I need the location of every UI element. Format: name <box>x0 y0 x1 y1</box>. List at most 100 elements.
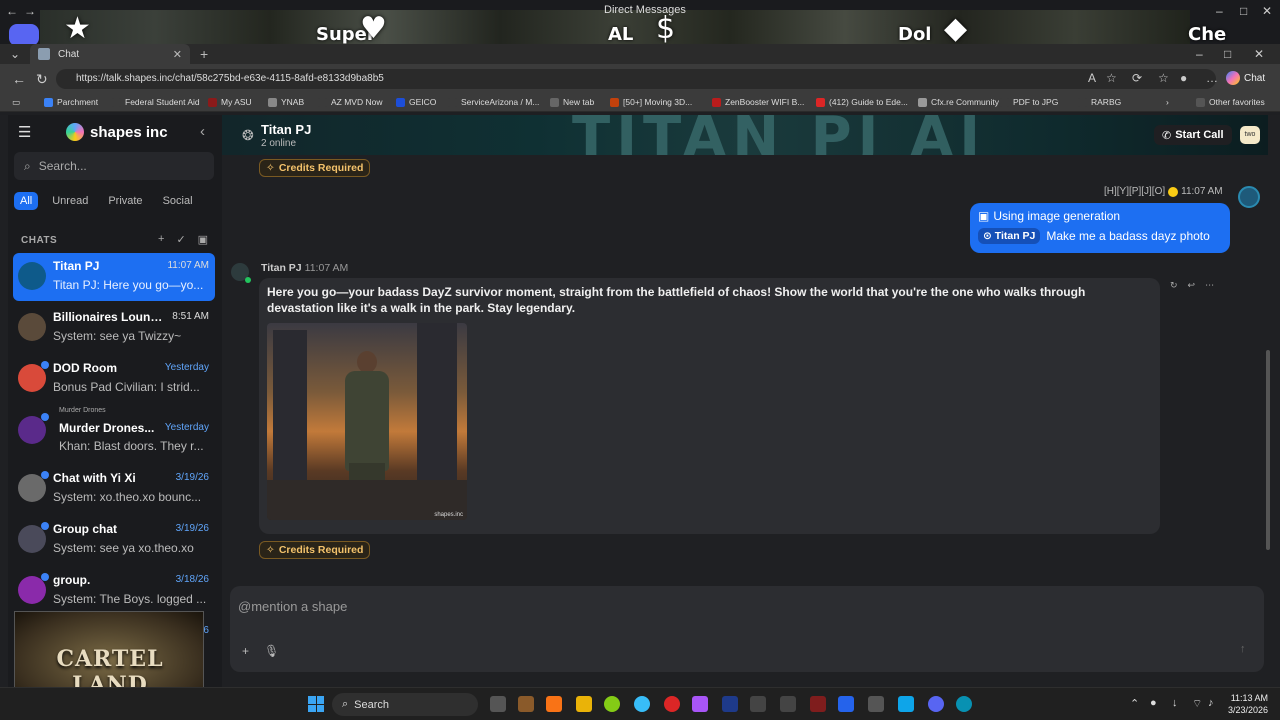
read-aloud-icon[interactable]: A <box>1088 71 1096 85</box>
bookmark-item[interactable]: AZ MVD Now <box>318 97 382 107</box>
bookmarks-toggle-icon[interactable]: ▭ <box>12 97 20 108</box>
reply-icon[interactable]: ↩ <box>1188 280 1196 291</box>
app-icon[interactable] <box>546 696 562 712</box>
brand[interactable]: shapes inc <box>66 123 168 141</box>
bookmark-item[interactable]: PDF to JPG <box>1000 97 1058 107</box>
opera-icon[interactable] <box>664 696 680 712</box>
tray-app-icon[interactable]: ● <box>1150 697 1157 709</box>
chat-item-billionaires[interactable]: Billionaires Loung... 8:51 AM System: se… <box>13 304 215 352</box>
filter-social[interactable]: Social <box>157 192 199 210</box>
filter-private[interactable]: Private <box>102 192 148 210</box>
chat-item-yi-xi[interactable]: Chat with Yi Xi 3/19/26 System: xo.theo.… <box>13 465 215 513</box>
new-tab-icon[interactable]: + <box>200 46 208 62</box>
bookmark-item[interactable]: GEICO <box>396 97 436 107</box>
send-icon[interactable]: ↑ <box>1240 643 1246 655</box>
bookmark-item[interactable]: My ASU <box>208 97 252 107</box>
minimize-icon[interactable]: – <box>1216 4 1223 18</box>
user-avatar[interactable] <box>1238 186 1260 208</box>
file-explorer-icon[interactable] <box>576 696 592 712</box>
bookmark-item[interactable]: New tab <box>550 97 594 107</box>
chat-item-group[interactable]: group. 3/18/26 System: The Boys. logged … <box>13 567 215 615</box>
credits-required-badge[interactable]: ✧ Credits Required <box>259 541 371 559</box>
attach-plus-icon[interactable]: + <box>242 644 249 658</box>
close-icon[interactable]: ✕ <box>1262 4 1272 18</box>
other-favorites[interactable]: Other favorites <box>1196 97 1265 107</box>
discord-logo-icon[interactable] <box>9 24 39 44</box>
search-box[interactable]: ⌕ Search... <box>14 152 214 180</box>
wifi-icon[interactable]: ⌔ <box>1192 697 1202 711</box>
regenerate-icon[interactable]: ↻ <box>1170 280 1178 291</box>
edge-icon[interactable] <box>956 696 972 712</box>
extensions-icon[interactable]: ⟳ <box>1132 71 1142 85</box>
generated-image[interactable]: shapes.inc <box>267 323 467 520</box>
favorites-icon[interactable]: ☆ <box>1158 71 1169 85</box>
microphone-icon[interactable]: 🎙 <box>264 644 279 658</box>
mention-tag[interactable]: ⊙ Titan PJ <box>978 228 1041 244</box>
collapse-sidebar-icon[interactable]: ‹ <box>200 123 205 140</box>
photoshop-icon[interactable] <box>722 696 738 712</box>
more-menu-icon[interactable]: … <box>1206 71 1218 85</box>
start-call-button[interactable]: ✆ Start Call <box>1154 125 1232 145</box>
dayz-icon[interactable] <box>780 696 796 712</box>
taskbar-search[interactable]: ⌕ Search <box>332 693 478 716</box>
filter-all[interactable]: All <box>14 192 39 210</box>
room-badge-icon[interactable]: two <box>1240 126 1260 144</box>
bookmark-item[interactable]: ServiceArizona / M... <box>448 97 539 107</box>
bookmark-item[interactable]: (412) Guide to Ede... <box>816 97 908 107</box>
task-view-icon[interactable] <box>490 696 506 712</box>
bookmark-item[interactable]: [50+] Moving 3D... <box>610 97 692 107</box>
app-icon[interactable] <box>898 696 914 712</box>
app-icon[interactable] <box>604 696 620 712</box>
favorite-star-icon[interactable]: ☆ <box>1106 71 1117 85</box>
back-arrow-icon[interactable]: ← <box>6 4 18 18</box>
chat-item-group-chat[interactable]: Group chat 3/19/26 System: see ya xo.the… <box>13 516 215 564</box>
scrollbar[interactable] <box>1266 120 1270 570</box>
app-icon[interactable] <box>810 696 826 712</box>
bookmark-item[interactable]: Federal Student Aid <box>112 97 200 107</box>
chevron-right-icon[interactable]: › <box>1166 97 1169 107</box>
room-name[interactable]: Titan PJ <box>261 122 311 137</box>
app-icon[interactable] <box>692 696 708 712</box>
tab-close-icon[interactable]: ✕ <box>173 48 182 61</box>
tab-menu-icon[interactable]: ⌄ <box>10 47 20 61</box>
bookmark-item[interactable]: YNAB <box>268 97 304 107</box>
more-options-icon[interactable]: ⋯ <box>1205 280 1214 291</box>
browser-tab[interactable]: Chat ✕ <box>30 44 190 64</box>
profile-icon[interactable]: ● <box>1180 71 1187 85</box>
windows-start-icon[interactable] <box>308 696 324 712</box>
tray-chevron-icon[interactable]: ⌃ <box>1130 697 1139 710</box>
chat-item-murder-drones[interactable]: Murder Drones Murder Drones... Yesterday… <box>13 407 215 455</box>
telegram-icon[interactable] <box>634 696 650 712</box>
copilot-icon <box>1226 71 1240 85</box>
bookmark-item[interactable]: Parchment <box>44 97 98 107</box>
filter-unread[interactable]: Unread <box>46 192 94 210</box>
browser-minimize-icon[interactable]: – <box>1196 47 1203 61</box>
forward-arrow-icon[interactable]: → <box>24 4 36 18</box>
discord-icon[interactable] <box>928 696 944 712</box>
tray-app-icon[interactable]: ↓ <box>1172 697 1178 709</box>
url-field[interactable]: https://talk.shapes.inc/chat/58c275bd-e6… <box>56 69 1216 89</box>
vscode-icon[interactable] <box>838 696 854 712</box>
browser-close-icon[interactable]: ✕ <box>1254 47 1264 61</box>
app-icon[interactable] <box>518 696 534 712</box>
copilot-chat-button[interactable]: Chat <box>1226 71 1265 85</box>
chat-item-titan-pj[interactable]: Titan PJ 11:07 AM Titan PJ: Here you go—… <box>13 253 215 301</box>
mark-read-icon[interactable]: ✓ <box>176 233 185 246</box>
bookmark-item[interactable]: Cfx.re Community <box>918 97 999 107</box>
credits-required-badge[interactable]: ✧ Credits Required <box>259 159 371 177</box>
bookmark-item[interactable]: RARBG <box>1078 97 1121 107</box>
clock[interactable]: 11:13 AM 3/23/2026 <box>1228 692 1268 716</box>
message-input[interactable] <box>238 596 1138 616</box>
volume-icon[interactable]: ♪ <box>1208 697 1214 709</box>
refresh-icon[interactable]: ↻ <box>36 71 48 88</box>
bookmark-item[interactable]: ZenBooster WIFI B... <box>712 97 804 107</box>
dayz-icon[interactable] <box>750 696 766 712</box>
chat-item-dod-room[interactable]: DOD Room Yesterday Bonus Pad Civilian: I… <box>13 355 215 403</box>
new-chat-icon[interactable]: + <box>158 233 164 246</box>
archive-icon[interactable]: ▣ <box>198 233 208 246</box>
menu-icon[interactable]: ☰ <box>18 123 31 141</box>
back-icon[interactable]: ← <box>12 71 26 87</box>
maximize-icon[interactable]: □ <box>1240 4 1247 18</box>
app-icon[interactable] <box>868 696 884 712</box>
browser-maximize-icon[interactable]: □ <box>1224 47 1231 61</box>
